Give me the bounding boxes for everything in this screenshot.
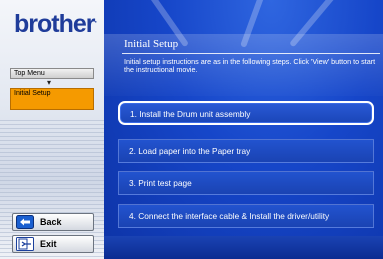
- back-arrow-icon: [16, 215, 34, 229]
- step-label: 2. Load paper into the Paper tray: [129, 146, 251, 156]
- page-title: Initial Setup: [124, 38, 179, 50]
- brother-logo: brother.: [14, 10, 97, 39]
- back-button-label: Back: [40, 217, 62, 227]
- menu-item-initial-setup[interactable]: Initial Setup: [10, 88, 94, 110]
- left-panel: brother. Top Menu ▾ Initial Setup Back E…: [0, 0, 104, 259]
- step-4-button[interactable]: 4. Connect the interface cable & Install…: [118, 204, 374, 228]
- menu-item-label: Top Menu: [14, 70, 45, 77]
- step-label: 3. Print test page: [129, 178, 192, 188]
- exit-button-label: Exit: [40, 239, 57, 249]
- step-label: 4. Connect the interface cable & Install…: [129, 211, 330, 221]
- step-label: 1. Install the Drum unit assembly: [130, 109, 251, 119]
- main-panel: Initial Setup Initial setup instructions…: [104, 0, 383, 259]
- step-3-button[interactable]: 3. Print test page: [118, 171, 374, 195]
- menu-item-label: Initial Setup: [14, 90, 51, 97]
- menu-down-arrow-icon: ▾: [47, 78, 52, 87]
- exit-door-icon: [16, 237, 34, 251]
- intro-text: Initial setup instructions are as in the…: [124, 57, 376, 75]
- menu-item-top-menu[interactable]: Top Menu: [10, 68, 94, 79]
- step-1-button[interactable]: 1. Install the Drum unit assembly: [118, 101, 374, 125]
- logo-mark: .: [94, 14, 97, 25]
- logo-text: brother: [14, 10, 95, 38]
- back-button[interactable]: Back: [12, 213, 94, 231]
- title-divider: [122, 53, 380, 54]
- bottom-strip: [104, 236, 383, 259]
- exit-button[interactable]: Exit: [12, 235, 94, 253]
- step-2-button[interactable]: 2. Load paper into the Paper tray: [118, 139, 374, 163]
